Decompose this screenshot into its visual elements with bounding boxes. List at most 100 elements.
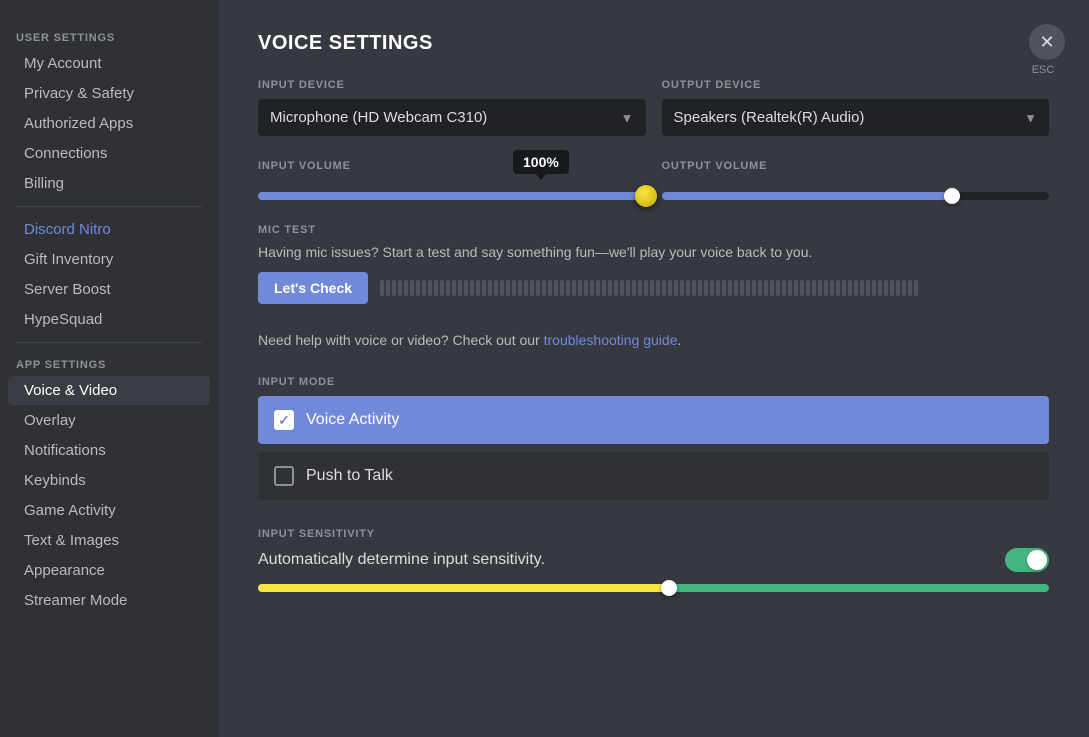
sidebar-item-voice-video-label: Voice & Video (24, 382, 117, 399)
sidebar-item-appearance[interactable]: Appearance (8, 556, 210, 585)
mic-bar (800, 280, 804, 296)
sidebar-item-gift-inventory-label: Gift Inventory (24, 251, 113, 268)
sidebar-item-server-boost[interactable]: Server Boost (8, 275, 210, 304)
voice-activity-option[interactable]: ✓ Voice Activity (258, 396, 1049, 444)
sidebar-item-billing[interactable]: Billing (8, 169, 210, 198)
sidebar-item-game-activity[interactable]: Game Activity (8, 496, 210, 525)
mic-bar (644, 280, 648, 296)
mic-bar (530, 280, 534, 296)
input-mode-section: INPUT MODE ✓ Voice Activity Push to Talk (258, 376, 1049, 500)
voice-activity-label: Voice Activity (306, 411, 399, 429)
mic-bar (884, 280, 888, 296)
mic-bar (590, 280, 594, 296)
device-row: INPUT DEVICE Microphone (HD Webcam C310)… (258, 79, 1049, 136)
sensitivity-section: INPUT SENSITIVITY Automatically determin… (258, 528, 1049, 592)
sidebar-item-appearance-label: Appearance (24, 562, 105, 579)
output-device-label: OUTPUT DEVICE (662, 79, 1050, 91)
push-to-talk-option[interactable]: Push to Talk (258, 452, 1049, 500)
mic-bar (878, 280, 882, 296)
mic-bar (386, 280, 390, 296)
output-device-select[interactable]: Speakers (Realtek(R) Audio) (662, 99, 1050, 136)
sidebar-item-connections-label: Connections (24, 145, 107, 162)
mic-bar (728, 280, 732, 296)
voice-activity-checkbox: ✓ (274, 410, 294, 430)
sidebar-item-keybinds[interactable]: Keybinds (8, 466, 210, 495)
sidebar-divider-2 (16, 342, 202, 343)
output-volume-thumb[interactable] (944, 188, 960, 204)
mic-bar (470, 280, 474, 296)
sidebar-item-text-images-label: Text & Images (24, 532, 119, 549)
mic-bar (398, 280, 402, 296)
sidebar-item-authorized-apps[interactable]: Authorized Apps (8, 109, 210, 138)
input-volume-slider-track[interactable] (258, 192, 646, 200)
mic-bar (434, 280, 438, 296)
output-volume-fill (662, 192, 953, 200)
troubleshoot-link[interactable]: troubleshooting guide (544, 332, 678, 348)
sidebar-item-notifications[interactable]: Notifications (8, 436, 210, 465)
lets-check-button[interactable]: Let's Check (258, 272, 368, 304)
sidebar-item-privacy-safety-label: Privacy & Safety (24, 85, 134, 102)
input-mode-label: INPUT MODE (258, 376, 1049, 388)
mic-bar (518, 280, 522, 296)
sidebar-item-privacy-safety[interactable]: Privacy & Safety (8, 79, 210, 108)
sidebar-item-my-account[interactable]: My Account (8, 49, 210, 78)
mic-bar (650, 280, 654, 296)
input-device-col: INPUT DEVICE Microphone (HD Webcam C310)… (258, 79, 646, 136)
sensitivity-slider-fill (258, 584, 669, 592)
sidebar-item-notifications-label: Notifications (24, 442, 106, 459)
input-volume-thumb[interactable] (635, 185, 657, 207)
mic-bar (716, 280, 720, 296)
mic-bar (656, 280, 660, 296)
input-volume-col: INPUT VOLUME 100% (258, 160, 646, 200)
mic-bar (794, 280, 798, 296)
mic-bar (512, 280, 516, 296)
input-device-select-wrapper: Microphone (HD Webcam C310) ▼ (258, 99, 646, 136)
toggle-knob (1027, 550, 1047, 570)
sidebar-item-discord-nitro[interactable]: Discord Nitro (8, 215, 210, 244)
sidebar-item-connections[interactable]: Connections (8, 139, 210, 168)
sensitivity-slider-thumb[interactable] (661, 580, 677, 596)
troubleshoot-text: Need help with voice or video? Check out… (258, 332, 1049, 348)
mic-bar (602, 280, 606, 296)
mic-bar (458, 280, 462, 296)
mic-bar (632, 280, 636, 296)
close-button[interactable]: ✕ (1029, 24, 1065, 60)
mic-bar (854, 280, 858, 296)
sidebar-item-hypesquad[interactable]: HypeSquad (8, 305, 210, 334)
mic-bar (704, 280, 708, 296)
sidebar-item-streamer-mode-label: Streamer Mode (24, 592, 127, 609)
mic-bar (410, 280, 414, 296)
sidebar-item-overlay[interactable]: Overlay (8, 406, 210, 435)
sidebar-item-server-boost-label: Server Boost (24, 281, 111, 298)
mic-bar (428, 280, 432, 296)
output-volume-col: OUTPUT VOLUME (662, 160, 1050, 200)
mic-bar (668, 280, 672, 296)
mic-bar (392, 280, 396, 296)
output-volume-slider-track[interactable] (662, 192, 1050, 200)
sensitivity-row: Automatically determine input sensitivit… (258, 548, 1049, 572)
mic-bar (596, 280, 600, 296)
mic-bar (560, 280, 564, 296)
mic-bar (842, 280, 846, 296)
mic-bar (830, 280, 834, 296)
mic-bar (806, 280, 810, 296)
sidebar-item-voice-video[interactable]: Voice & Video (8, 376, 210, 405)
sidebar-item-streamer-mode[interactable]: Streamer Mode (8, 586, 210, 615)
sidebar-item-keybinds-label: Keybinds (24, 472, 86, 489)
auto-sensitivity-label: Automatically determine input sensitivit… (258, 551, 545, 569)
input-device-select[interactable]: Microphone (HD Webcam C310) (258, 99, 646, 136)
mic-bar (542, 280, 546, 296)
mic-bar (710, 280, 714, 296)
mic-bar (722, 280, 726, 296)
sidebar-item-text-images[interactable]: Text & Images (8, 526, 210, 555)
mic-bar (788, 280, 792, 296)
sensitivity-slider-track[interactable] (258, 584, 1049, 592)
mic-bars (380, 274, 1049, 302)
mic-bar (566, 280, 570, 296)
mic-bar (860, 280, 864, 296)
auto-sensitivity-toggle[interactable] (1005, 548, 1049, 572)
user-settings-label: USER SETTINGS (0, 24, 218, 48)
sidebar-item-overlay-label: Overlay (24, 412, 76, 429)
sidebar-item-gift-inventory[interactable]: Gift Inventory (8, 245, 210, 274)
mic-bar (620, 280, 624, 296)
